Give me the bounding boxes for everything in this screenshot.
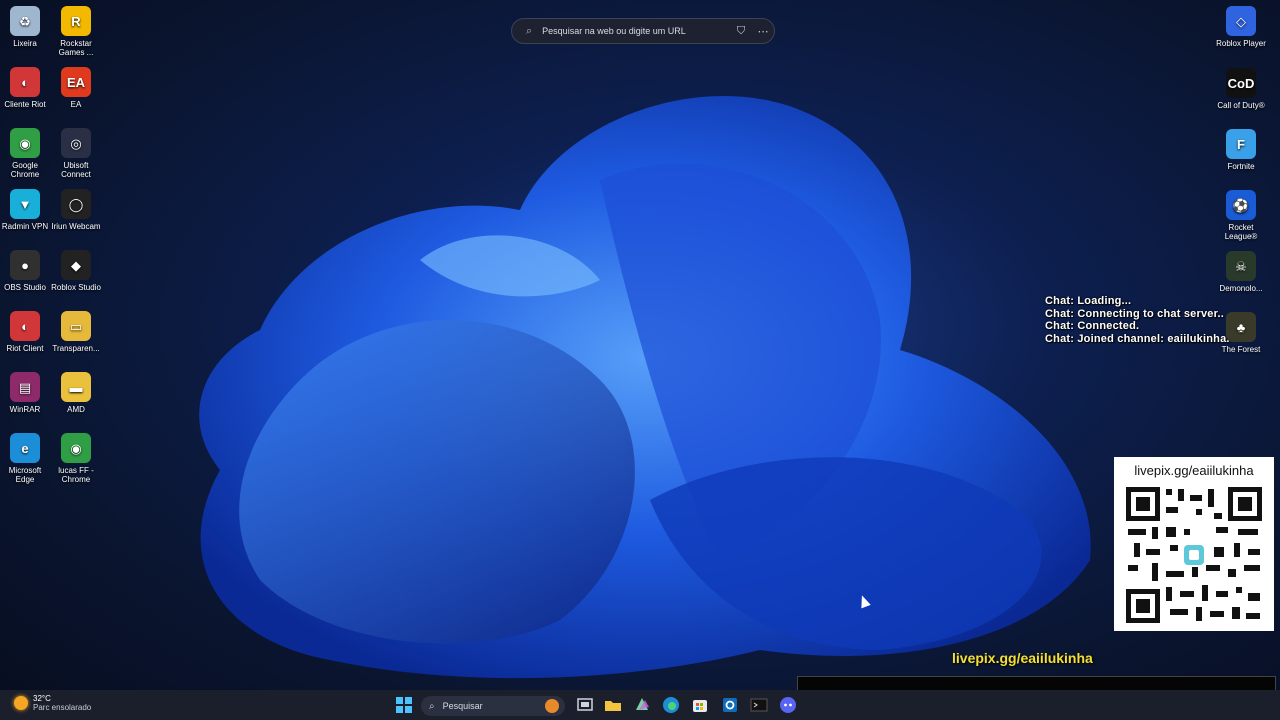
- winrar-icon: ▤: [10, 372, 40, 402]
- desktop-icon-label: Rocket League®: [1224, 223, 1258, 241]
- taskbar-search-label: Pesquisar: [442, 701, 483, 711]
- weather-desc: Parc ensolarado: [33, 703, 92, 712]
- chat-line: Chat: Loading...: [1045, 295, 1132, 307]
- desktop-icon-label: Call of Duty®: [1217, 101, 1265, 110]
- desktop-icon-lucas-ff-chrome[interactable]: ◉ lucas FF - Chrome: [51, 433, 101, 484]
- desktop-icon-lixeira[interactable]: ♻ Lixeira: [0, 6, 50, 48]
- search-icon: ⌕: [526, 24, 533, 37]
- roblox-studio-icon: ◆: [61, 250, 91, 280]
- qr-code-image: [1126, 487, 1262, 623]
- desktop-icon-obs-studio[interactable]: ● OBS Studio: [0, 250, 50, 292]
- desktop-icon-rocket-league[interactable]: ⚽ Rocket League®: [1216, 190, 1266, 241]
- ea-icon: EA: [61, 67, 91, 97]
- desktop-icon-label: OBS Studio: [4, 283, 46, 292]
- microsoft-store-icon[interactable]: [690, 695, 710, 715]
- fortnite-icon: F: [1226, 129, 1256, 159]
- desktop-icon-google-chrome[interactable]: ◉ Google Chrome: [0, 128, 50, 179]
- browser-search-input[interactable]: Pesquisar na web ou digite um URL: [542, 26, 730, 36]
- amd-icon: ▬: [61, 372, 91, 402]
- discord-icon[interactable]: [778, 695, 798, 715]
- sun-icon: [14, 696, 28, 710]
- chat-line: Chat: Connecting to chat server..: [1045, 307, 1224, 320]
- chat-overlay: Chat: Loading... Chat: Connecting to cha…: [1045, 295, 1230, 345]
- desktop-icon-label: Cliente Riot: [4, 100, 46, 109]
- desktop-icon-label: lucas FF - Chrome: [58, 466, 94, 484]
- weather-widget[interactable]: 32°C Parc ensolarado: [14, 694, 91, 712]
- desktop-icon-roblox-studio[interactable]: ◆ Roblox Studio: [51, 250, 101, 292]
- qr-donation-panel: livepix.gg/eaiilukinha: [1114, 457, 1274, 631]
- obs-studio-icon: ●: [10, 250, 40, 280]
- desktop-icon-fortnite[interactable]: F Fortnite: [1216, 129, 1266, 171]
- desktop-icon-call-of-duty[interactable]: CoD Call of Duty®: [1216, 68, 1266, 110]
- ubisoft-connect-icon: ◎: [61, 128, 91, 158]
- more-options-icon[interactable]: ⋯: [752, 25, 774, 38]
- desktop-icon-label: Fortnite: [1227, 162, 1255, 171]
- google-chrome-icon: ◉: [10, 128, 40, 158]
- desktop-icon-demonolo[interactable]: ☠ Demonolo...: [1216, 251, 1266, 293]
- desktop-icon-label: Roblox Studio: [51, 283, 101, 292]
- desktop-icon-riot-client[interactable]: ◐ Riot Client: [0, 311, 50, 353]
- desktop-icon-label: AMD: [67, 405, 85, 414]
- radmin-vpn-icon: ▼: [10, 189, 40, 219]
- terminal-icon[interactable]: [749, 695, 769, 715]
- chat-line: Chat: Joined channel: eaiilukinha.: [1045, 332, 1230, 345]
- desktop-icon-roblox-player[interactable]: ◇ Roblox Player: [1216, 6, 1266, 48]
- call-of-duty-icon: CoD: [1226, 68, 1256, 98]
- iriun-webcam-icon: ◯: [61, 189, 91, 219]
- chat-line: Chat: Connected.: [1045, 320, 1140, 333]
- desktop-icon-iriun-webcam[interactable]: ◯ Iriun Webcam: [51, 189, 101, 231]
- desktop-icon-label: EA: [70, 100, 82, 109]
- desktop-icon-ea[interactable]: EA EA: [51, 67, 101, 109]
- desktop-icon-microsoft-edge[interactable]: e Microsoft Edge: [0, 433, 50, 484]
- desktop-icon-transparen[interactable]: ▭ Transparen...: [51, 311, 101, 353]
- desktop-icon-label: Rockstar Games ...: [58, 39, 94, 57]
- desktop-icon-label: Ubisoft Connect: [61, 161, 91, 179]
- cliente-riot-icon: ◐: [10, 67, 40, 97]
- qr-url-label: livepix.gg/eaiilukinha: [1134, 463, 1254, 478]
- microsoft-edge-icon: e: [10, 433, 40, 463]
- taskbar-search[interactable]: ⌕ Pesquisar: [421, 696, 565, 716]
- desktop-icon-amd[interactable]: ▬ AMD: [51, 372, 101, 414]
- desktop-icon-cliente-riot[interactable]: ◐ Cliente Riot: [0, 67, 50, 109]
- demonolo-icon: ☠: [1226, 251, 1256, 281]
- desktop-icon-rockstar-games[interactable]: R Rockstar Games ...: [51, 6, 101, 57]
- search-highlight-icon: [545, 699, 559, 713]
- filter-icon[interactable]: ⛉: [730, 25, 752, 38]
- roblox-player-icon: ◇: [1226, 6, 1256, 36]
- desktop-icon-label: Google Chrome: [10, 161, 40, 179]
- transparen-icon: ▭: [61, 311, 91, 341]
- desktop-icon-label: The Forest: [1221, 345, 1261, 354]
- browser-search-bar[interactable]: ⌕ Pesquisar na web ou digite um URL ⛉ ⋯: [511, 18, 775, 44]
- edge-icon[interactable]: [661, 695, 681, 715]
- desktop-icon-ubisoft-connect[interactable]: ◎ Ubisoft Connect: [51, 128, 101, 179]
- weather-temp: 32°C: [33, 694, 51, 703]
- file-explorer-icon[interactable]: [603, 695, 623, 715]
- task-view-icon[interactable]: [575, 695, 595, 715]
- riot-client-icon: ◐: [10, 311, 40, 341]
- livepix-link[interactable]: livepix.gg/eaiilukinha: [952, 650, 1093, 666]
- desktop-icon-label: Demonolo...: [1219, 284, 1263, 293]
- desktop-icon-label: Roblox Player: [1216, 39, 1266, 48]
- windows-start-icon[interactable]: [394, 695, 414, 715]
- copilot-icon[interactable]: [632, 695, 652, 715]
- desktop-icon-label: Riot Client: [6, 344, 44, 353]
- lixeira-icon: ♻: [10, 6, 40, 36]
- desktop-icon-radmin-vpn[interactable]: ▼ Radmin VPN: [0, 189, 50, 231]
- desktop-icon-label: Iriun Webcam: [51, 222, 101, 231]
- rockstar-games-icon: R: [61, 6, 91, 36]
- lucas-ff-chrome-icon: ◉: [61, 433, 91, 463]
- outlook-icon[interactable]: [720, 695, 740, 715]
- desktop-icon-label: WinRAR: [9, 405, 41, 414]
- desktop-icon-label: Radmin VPN: [1, 222, 49, 231]
- search-icon: ⌕: [429, 700, 435, 712]
- desktop-icon-winrar[interactable]: ▤ WinRAR: [0, 372, 50, 414]
- desktop-icon-label: Transparen...: [52, 344, 100, 353]
- desktop-icon-label: Microsoft Edge: [8, 466, 42, 484]
- the-forest-icon: ♣: [1226, 312, 1256, 342]
- desktop-icon-label: Lixeira: [13, 39, 37, 48]
- rocket-league-icon: ⚽: [1226, 190, 1256, 220]
